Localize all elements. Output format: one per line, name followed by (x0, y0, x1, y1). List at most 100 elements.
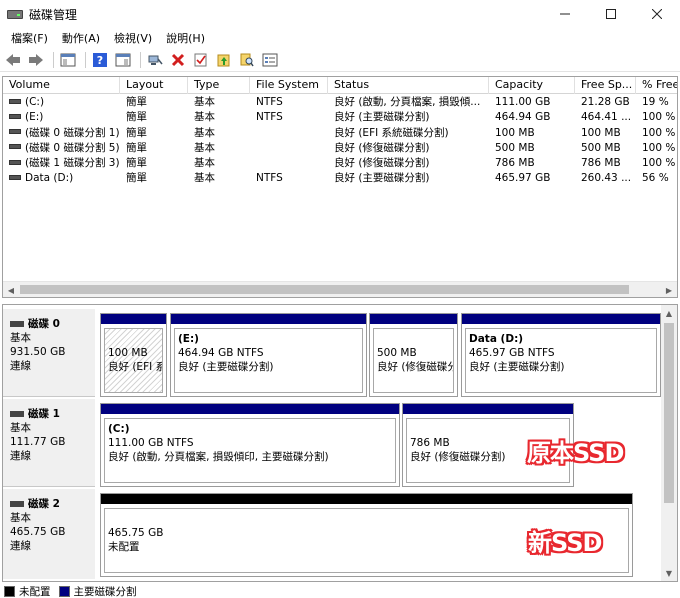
column-free-space[interactable]: Free Sp... (575, 77, 636, 94)
table-row[interactable]: (磁碟 0 磁碟分割 5) 簡單 基本 良好 (修復磁碟分割) 500 MB 500 MB… (3, 141, 677, 156)
menu-view[interactable]: 檢視(V) (107, 30, 159, 46)
column-type[interactable]: Type (188, 77, 250, 94)
column-capacity[interactable]: Capacity (489, 77, 575, 94)
partition-recovery-0[interactable]: 500 MB 良好 (修復磁碟分 (369, 313, 458, 397)
menu-help[interactable]: 說明(H) (159, 30, 212, 46)
partition-title (377, 332, 453, 346)
column-status[interactable]: Status (328, 77, 489, 94)
table-cell: 良好 (主要磁碟分割) (328, 110, 489, 125)
partition-e[interactable]: (E:) 464.94 GB NTFS 良好 (主要磁碟分割) (170, 313, 367, 397)
horizontal-scrollbar[interactable]: ◀ ▶ (3, 281, 677, 297)
disk-type: 基本 (10, 332, 31, 344)
table-cell: (磁碟 0 磁碟分割 5) (3, 141, 120, 156)
partition-body: Data (D:) 465.97 GB NTFS 良好 (主要磁碟分割) (465, 328, 657, 393)
maximize-button[interactable] (588, 0, 634, 28)
table-cell: 簡單 (120, 110, 188, 125)
table-row[interactable]: (磁碟 0 磁碟分割 1) 簡單 基本 良好 (EFI 系統磁碟分割) 100 MB 10… (3, 126, 677, 141)
help-button[interactable]: ? (90, 50, 110, 70)
new-ssd-annotation: 新SSD (528, 529, 602, 557)
table-row[interactable]: (E:) 簡單 基本 NTFS 良好 (主要磁碟分割) 464.94 GB 464.41 .… (3, 110, 677, 125)
column-layout[interactable]: Layout (120, 77, 188, 94)
cell-text: 786 MB (581, 157, 621, 170)
cell-text: (磁碟 0 磁碟分割 5) (25, 141, 120, 154)
table-cell: (C:) (3, 95, 120, 110)
minimize-button[interactable] (542, 0, 588, 28)
cell-text: 100 % (642, 126, 676, 139)
disk-row-1: 磁碟 1 基本 111.77 GB 連線 (C:) 111.00 GB NTFS… (3, 399, 663, 487)
cell-text: 簡單 (126, 157, 147, 170)
delete-button[interactable] (168, 50, 188, 70)
table-row[interactable]: (C:) 簡單 基本 NTFS 良好 (啟動, 分頁檔案, 損毀傾... 111.00 G… (3, 95, 677, 110)
vertical-scroll-thumb[interactable] (664, 323, 674, 503)
back-button[interactable] (3, 50, 23, 70)
vertical-scrollbar[interactable]: ▲ ▼ (661, 305, 677, 581)
cell-text: 100 MB (581, 126, 621, 139)
properties-button[interactable] (113, 50, 133, 70)
menu-action[interactable]: 動作(A) (55, 30, 107, 46)
scroll-down-icon[interactable]: ▼ (661, 565, 677, 581)
table-cell: 100 MB (575, 126, 636, 141)
disk-status: 連線 (10, 360, 31, 372)
up-folder-button[interactable] (214, 50, 234, 70)
volume-rows: (C:) 簡單 基本 NTFS 良好 (啟動, 分頁檔案, 損毀傾... 111.00 G… (3, 95, 677, 187)
partition-status: 良好 (修復磁碟分 (377, 361, 454, 373)
scroll-right-icon[interactable]: ▶ (661, 282, 677, 297)
disk-type: 基本 (10, 512, 31, 524)
table-cell: 簡單 (120, 126, 188, 141)
column-volume[interactable]: Volume (3, 77, 120, 94)
volume-icon (9, 98, 21, 104)
disk-status: 連線 (10, 540, 31, 552)
table-row[interactable]: (磁碟 1 磁碟分割 3) 簡單 基本 良好 (修復磁碟分割) 786 MB 786 MB… (3, 156, 677, 171)
table-cell: 基本 (188, 141, 250, 156)
table-cell: 500 MB (575, 141, 636, 156)
disk-1-label[interactable]: 磁碟 1 基本 111.77 GB 連線 (3, 399, 95, 487)
partition-body: (C:) 111.00 GB NTFS 良好 (啟動, 分頁檔案, 損毀傾印, … (104, 418, 396, 483)
disk-graphical-view: 磁碟 0 基本 931.50 GB 連線 100 MB 良好 (EFI 系 (E… (2, 304, 678, 582)
partition-body: 100 MB 良好 (EFI 系 (104, 328, 163, 393)
column-percent-free[interactable]: % Free (636, 77, 677, 94)
table-cell: 良好 (啟動, 分頁檔案, 損毀傾... (328, 95, 489, 110)
column-file-system[interactable]: File System (250, 77, 328, 94)
disk-0-label[interactable]: 磁碟 0 基本 931.50 GB 連線 (3, 309, 95, 397)
table-cell: 簡單 (120, 141, 188, 156)
console-tree-button[interactable] (58, 50, 78, 70)
table-row[interactable]: Data (D:) 簡單 基本 NTFS 良好 (主要磁碟分割) 465.97 GB 260… (3, 171, 677, 186)
search-button[interactable] (237, 50, 257, 70)
scroll-left-icon[interactable]: ◀ (3, 282, 19, 297)
partition-data-d[interactable]: Data (D:) 465.97 GB NTFS 良好 (主要磁碟分割) (461, 313, 661, 397)
cell-text: 簡單 (126, 172, 147, 185)
close-icon (652, 9, 662, 19)
table-cell: (磁碟 1 磁碟分割 3) (3, 156, 120, 171)
table-cell: 260.43 ... (575, 171, 636, 186)
cell-text: 基本 (194, 96, 215, 108)
cell-text: 簡單 (126, 111, 147, 124)
table-cell: 100 % (636, 156, 677, 171)
partition-efi[interactable]: 100 MB 良好 (EFI 系 (100, 313, 167, 397)
cell-text: 260.43 ... (581, 172, 632, 185)
up-folder-icon (217, 54, 230, 66)
forward-icon (29, 53, 43, 66)
menu-bar: 檔案(F) 動作(A) 檢視(V) 說明(H) (0, 28, 680, 48)
menu-file[interactable]: 檔案(F) (4, 30, 55, 46)
disk-icon (10, 501, 24, 507)
volume-icon (9, 159, 21, 165)
primary-partition-bar (403, 404, 573, 414)
forward-button[interactable] (26, 50, 46, 70)
disk-2-label[interactable]: 磁碟 2 基本 465.75 GB 連線 (3, 489, 95, 579)
properties-icon (115, 53, 131, 66)
disk-name: 磁碟 2 (28, 498, 60, 510)
cell-text: 56 % (642, 172, 669, 185)
check-button[interactable] (191, 50, 211, 70)
cell-text: 100 MB (495, 126, 535, 139)
close-button[interactable] (634, 0, 680, 28)
partition-status: 良好 (主要磁碟分割) (178, 361, 274, 373)
horizontal-scroll-thumb[interactable] (20, 285, 629, 294)
volume-icon (9, 144, 21, 150)
list-button[interactable] (260, 50, 280, 70)
table-cell: 500 MB (489, 141, 575, 156)
connect-button[interactable] (145, 50, 165, 70)
partition-c[interactable]: (C:) 111.00 GB NTFS 良好 (啟動, 分頁檔案, 損毀傾印, … (100, 403, 400, 487)
table-cell: 基本 (188, 95, 250, 110)
scroll-up-icon[interactable]: ▲ (661, 305, 677, 321)
legend-primary: 主要磁碟分割 (73, 585, 137, 598)
